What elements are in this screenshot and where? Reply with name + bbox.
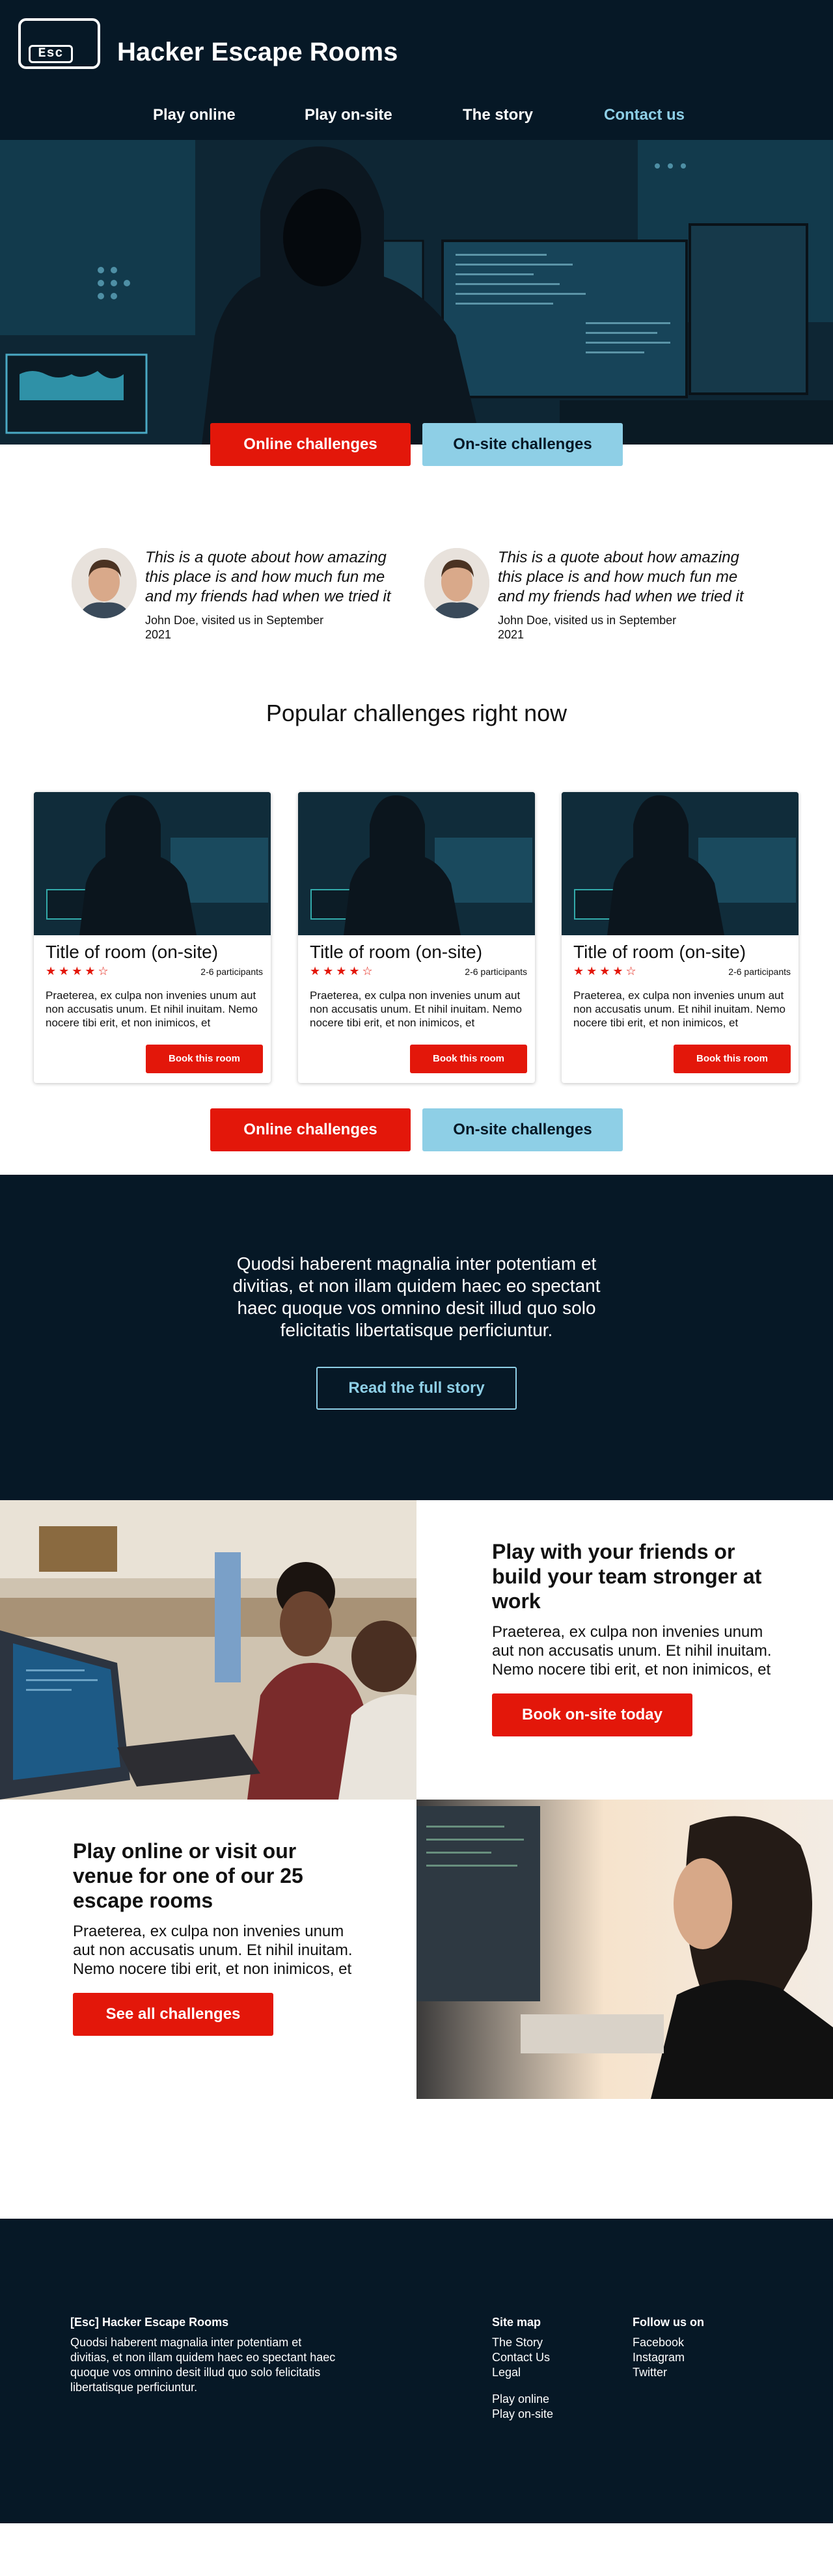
site-header: Esc Hacker Escape Rooms Play online Play… bbox=[0, 0, 833, 140]
testimonial-quote: This is a quote about how amazing this p… bbox=[145, 549, 391, 605]
feature-title: Play with your friends or build your tea… bbox=[492, 1540, 762, 1613]
onsite-challenges-button[interactable]: On-site challenges bbox=[422, 1108, 623, 1151]
card-description: Praeterea, ex culpa non invenies unum au… bbox=[573, 989, 785, 1029]
book-onsite-button[interactable]: Book on-site today bbox=[492, 1693, 692, 1736]
testimonial-author: John Doe, visited us in September 2021 bbox=[145, 614, 324, 641]
footer-link-twitter[interactable]: Twitter bbox=[633, 2365, 750, 2380]
footer-link-facebook[interactable]: Facebook bbox=[633, 2335, 750, 2350]
footer-link-contact[interactable]: Contact Us bbox=[492, 2350, 609, 2365]
section-title: Popular challenges right now bbox=[266, 700, 567, 726]
participants: 2-6 participants bbox=[465, 966, 527, 977]
challenge-card: Title of room (on-site) ★★★★☆ 2-6 partic… bbox=[298, 792, 535, 1083]
story-section: Quodsi haberent magnalia inter potentiam… bbox=[0, 1175, 833, 1500]
popular-challenges: Popular challenges right now Title of ro… bbox=[0, 670, 833, 1175]
challenge-card: Title of room (on-site) ★★★★☆ 2-6 partic… bbox=[562, 792, 799, 1083]
footer-about-text: Quodsi haberent magnalia inter potentiam… bbox=[70, 2336, 336, 2394]
book-room-button[interactable]: Book this room bbox=[410, 1045, 527, 1073]
hero-image bbox=[0, 140, 833, 445]
story-text: Quodsi haberent magnalia inter potentiam… bbox=[232, 1254, 601, 1340]
card-description: Praeterea, ex culpa non invenies unum au… bbox=[46, 989, 258, 1029]
book-room-button[interactable]: Book this room bbox=[674, 1045, 791, 1073]
feature-text: Play with your friends or build your tea… bbox=[492, 1539, 772, 1736]
footer-about-title: [Esc] Hacker Escape Rooms bbox=[70, 2316, 229, 2329]
card-image bbox=[298, 792, 535, 935]
footer-follow-title: Follow us on bbox=[633, 2316, 704, 2329]
card-title: Title of room (on-site) bbox=[310, 942, 483, 962]
nav-play-onsite[interactable]: Play on-site bbox=[305, 106, 392, 124]
logo[interactable]: Esc bbox=[18, 18, 100, 69]
card-image bbox=[562, 792, 799, 935]
main-nav: Play online Play on-site The story Conta… bbox=[0, 106, 833, 132]
feature-friends: Play with your friends or build your tea… bbox=[0, 1500, 833, 1800]
nav-contact-us[interactable]: Contact us bbox=[604, 106, 685, 124]
card-title: Title of room (on-site) bbox=[573, 942, 746, 962]
footer-link-legal[interactable]: Legal bbox=[492, 2365, 609, 2380]
avatar bbox=[424, 548, 489, 618]
participants: 2-6 participants bbox=[728, 966, 791, 977]
esc-key-icon: Esc bbox=[29, 45, 73, 63]
rating-stars-icon: ★★★★☆ bbox=[46, 965, 111, 978]
rating-stars-icon: ★★★★☆ bbox=[310, 965, 376, 978]
avatar bbox=[72, 548, 137, 618]
nav-play-online[interactable]: Play online bbox=[153, 106, 236, 124]
online-challenges-button[interactable]: Online challenges bbox=[210, 1108, 411, 1151]
testimonial-author: John Doe, visited us in September 2021 bbox=[498, 614, 677, 641]
woman-computer-photo bbox=[416, 1800, 833, 2099]
feature-title: Play online or visit our venue for one o… bbox=[73, 1839, 303, 1912]
see-challenges-button[interactable]: See all challenges bbox=[73, 1993, 273, 2036]
brand-name: Hacker Escape Rooms bbox=[117, 38, 398, 66]
feature-online: Play online or visit our venue for one o… bbox=[0, 1800, 833, 2099]
footer-link-play-onsite[interactable]: Play on-site bbox=[492, 2407, 609, 2422]
feature-text: Play online or visit our venue for one o… bbox=[73, 1839, 353, 2036]
footer-link-story[interactable]: The Story bbox=[492, 2335, 609, 2350]
rating-stars-icon: ★★★★☆ bbox=[573, 965, 639, 978]
footer-sitemap-title: Site map bbox=[492, 2316, 541, 2329]
hero: Online challenges On-site challenges bbox=[0, 140, 833, 466]
office-photo bbox=[0, 1500, 416, 1800]
testimonials: This is a quote about how amazing this p… bbox=[0, 446, 833, 670]
feature-description: Praeterea, ex culpa non invenies unum au… bbox=[492, 1623, 772, 1679]
challenge-card: Title of room (on-site) ★★★★☆ 2-6 partic… bbox=[34, 792, 271, 1083]
footer-follow: Follow us on Facebook Instagram Twitter bbox=[633, 2315, 750, 2380]
participants: 2-6 participants bbox=[200, 966, 263, 977]
footer-link-play-online[interactable]: Play online bbox=[492, 2392, 609, 2407]
nav-the-story[interactable]: The story bbox=[463, 106, 533, 124]
testimonial-quote: This is a quote about how amazing this p… bbox=[498, 549, 744, 605]
feature-description: Praeterea, ex culpa non invenies unum au… bbox=[73, 1923, 353, 1978]
book-room-button[interactable]: Book this room bbox=[146, 1045, 263, 1073]
card-description: Praeterea, ex culpa non invenies unum au… bbox=[310, 989, 522, 1029]
read-story-button[interactable]: Read the full story bbox=[316, 1367, 517, 1410]
card-image bbox=[34, 792, 271, 935]
hacker-illustration bbox=[0, 140, 833, 445]
footer-link-instagram[interactable]: Instagram bbox=[633, 2350, 750, 2365]
footer-about: [Esc] Hacker Escape Rooms Quodsi haberen… bbox=[70, 2315, 344, 2395]
site-footer: [Esc] Hacker Escape Rooms Quodsi haberen… bbox=[0, 2219, 833, 2523]
footer-sitemap: Site map The Story Contact Us Legal Play… bbox=[492, 2315, 609, 2422]
card-title: Title of room (on-site) bbox=[46, 942, 219, 962]
